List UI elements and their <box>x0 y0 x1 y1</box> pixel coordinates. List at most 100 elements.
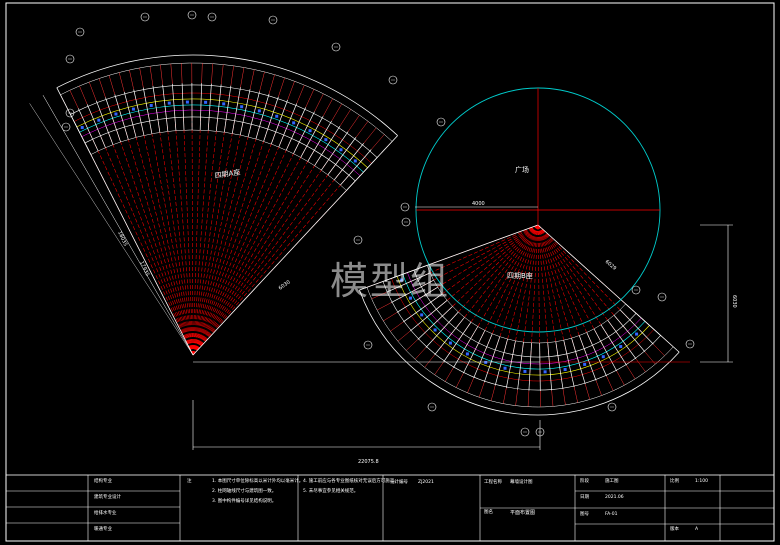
right-radial-white-21 <box>563 340 575 388</box>
tb-design-no-label: 设计编号 <box>390 480 408 485</box>
left-radial-tick-29 <box>339 109 351 127</box>
right-blue-node-22 <box>583 362 587 366</box>
left-radial-tick-14 <box>201 63 203 84</box>
left-radial-tick-30 <box>347 114 360 132</box>
left-blue-node-6 <box>131 107 135 111</box>
left-radial-tick-33 <box>371 134 385 150</box>
dim-overall-width: 22075.8 <box>358 459 379 465</box>
right-radial-tick-4 <box>390 321 404 332</box>
right-edge-b <box>537 224 680 353</box>
left-radial-tick-3 <box>88 81 97 101</box>
left-radial-tick-5 <box>108 75 116 95</box>
left-radial-white-24 <box>278 103 298 148</box>
left-blue-node-28 <box>324 138 328 142</box>
left-radial-tick-17 <box>230 65 234 86</box>
right-radial-tick-10 <box>444 367 454 382</box>
right-radial-tick-27 <box>635 358 646 373</box>
left-radial-tick-26 <box>314 93 324 112</box>
right-blue-node-4 <box>420 313 424 317</box>
left-radial-white-3 <box>95 100 114 145</box>
left-blue-node-14 <box>204 100 208 104</box>
right-radial-tick-29 <box>653 344 665 356</box>
left-radial-tick-18 <box>240 67 245 88</box>
left-radial-tick-21 <box>268 74 275 94</box>
right-radial-tick-13 <box>478 382 485 398</box>
tb-note-header: 注 <box>187 479 192 484</box>
left-radial-white-10 <box>162 84 169 132</box>
left-blue-node-22 <box>275 114 279 118</box>
right-radial-tick-15 <box>503 387 507 404</box>
left-blue-node-2 <box>97 118 101 122</box>
left-edge-b <box>192 135 398 356</box>
left-radial-white-33 <box>340 149 372 186</box>
left-radial-tick-8 <box>139 67 144 88</box>
left-radial-tick-28 <box>331 103 343 122</box>
left-radial-tick-32 <box>363 127 377 144</box>
left-fan-label: 四期A座 <box>214 167 241 180</box>
dim-right-side: 6030 <box>731 295 737 308</box>
left-radial-white-14 <box>199 83 203 131</box>
tb-stage-label: 阶段 <box>580 479 589 484</box>
right-radial-white-17 <box>528 342 532 391</box>
right-radial-tick-20 <box>562 389 566 405</box>
right-blue-node-14 <box>503 366 507 370</box>
right-radial-tick-12 <box>467 377 474 393</box>
right-radial-white-9 <box>443 321 472 362</box>
right-blue-node-6 <box>433 328 437 332</box>
left-radial-white-18 <box>231 87 241 134</box>
right-blue-node-20 <box>563 367 567 371</box>
left-radial-white-19 <box>239 88 251 136</box>
tb-left-label-3: 暖通专业 <box>94 527 112 532</box>
tb-note-1-2: 3. 图中构件编号详见结构说明。 <box>212 499 277 504</box>
right-radial-white-16 <box>517 342 524 390</box>
left-blue-node-18 <box>240 105 244 109</box>
tb-left-label-2: 给排水专业 <box>94 511 117 516</box>
right-radial-tick-22 <box>584 384 591 400</box>
left-radial-tick-10 <box>160 64 163 85</box>
tb-left-label-0: 结构专业 <box>94 479 112 484</box>
right-radial-tick-16 <box>515 389 518 406</box>
right-radial-tick-25 <box>616 370 625 386</box>
right-radial-white-10 <box>453 326 479 368</box>
right-radial-tick-23 <box>595 380 602 396</box>
left-radial-white-20 <box>247 91 260 137</box>
tb-note-2-0: 4. 施工前应与各专业图纸核对无误后方可施工。 <box>303 479 399 484</box>
left-radial-white-9 <box>152 85 161 133</box>
right-radial-white-20 <box>555 341 564 390</box>
right-radial-white-27 <box>607 320 637 360</box>
left-radial-tick-20 <box>259 71 265 92</box>
left-radial-red-26 <box>192 126 308 356</box>
dim-left-radius-a: 18035 <box>116 230 128 247</box>
left-radial-tick-11 <box>170 63 173 84</box>
left-radial-red-10 <box>164 101 194 356</box>
left-blue-node-16 <box>222 102 226 106</box>
left-radial-white-17 <box>223 85 232 133</box>
tb-drawing-label: 图名 <box>484 510 493 515</box>
left-radial-tick-25 <box>305 89 315 108</box>
left-radial-tick-24 <box>296 84 305 104</box>
right-radial-white-22 <box>571 338 586 385</box>
left-radial-tick-9 <box>149 66 154 87</box>
tb-note-1-1: 2. 柱网轴线尺寸与建筑图一致。 <box>212 489 277 494</box>
right-radial-tick-6 <box>406 339 418 351</box>
left-blue-node-4 <box>114 112 118 116</box>
left-radial-red-8 <box>146 104 194 356</box>
left-radial-red-9 <box>155 102 194 356</box>
right-radial-white-19 <box>547 342 553 391</box>
dim-left-side: 6030 <box>278 279 292 291</box>
left-radial-red-22 <box>192 112 274 356</box>
right-radial-white-15 <box>505 340 516 389</box>
left-radial-white-12 <box>181 83 185 131</box>
tb-date-label: 日期 <box>580 495 589 500</box>
tb-version-value: A <box>695 527 699 532</box>
left-blue-node-8 <box>149 103 153 107</box>
left-radial-white-2 <box>86 104 106 148</box>
left-radial-red-31 <box>192 150 347 356</box>
tb-left-label-1: 建筑专业设计 <box>94 495 121 500</box>
right-fan-plan <box>353 202 695 437</box>
left-radial-white-30 <box>321 131 349 171</box>
dim-right-extra: 6029 <box>604 259 618 272</box>
dim-plaza-offset: 4000 <box>472 201 485 207</box>
right-blue-node-12 <box>484 360 488 364</box>
left-radial-red-19 <box>192 105 247 356</box>
